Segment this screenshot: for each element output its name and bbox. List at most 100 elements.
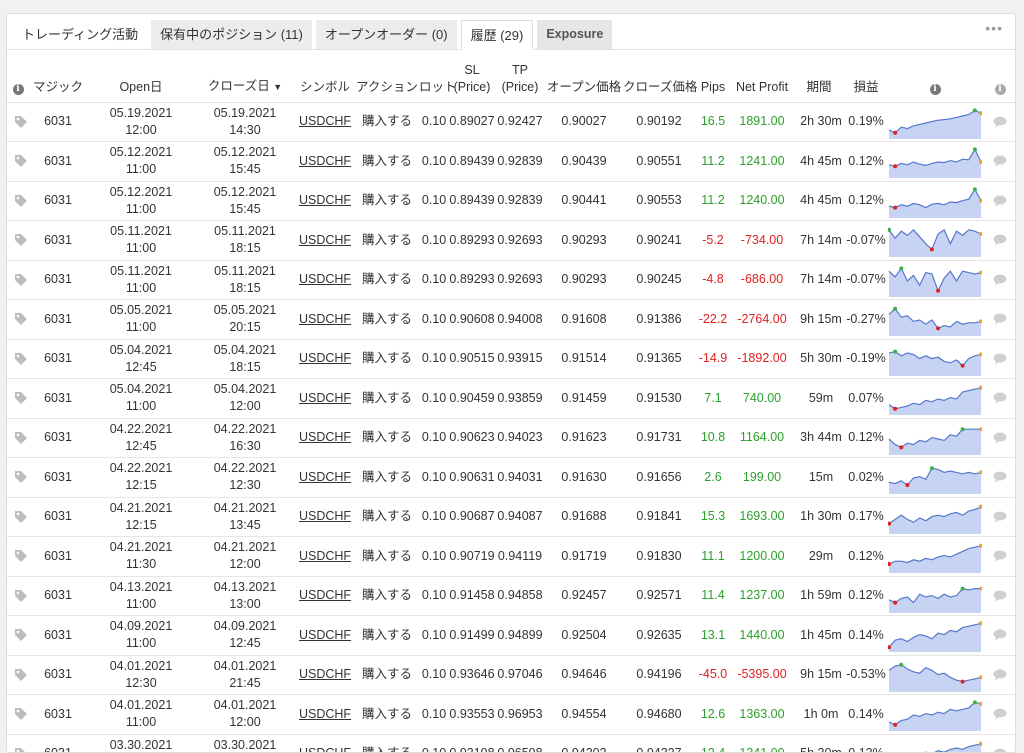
tag-cell[interactable] (7, 576, 29, 616)
table-row[interactable]: 6031 05.12.2021 11:00 05.12.2021 15:45 USDCHF… (7, 141, 1015, 182)
symbol-link[interactable]: USDCHF (299, 549, 351, 563)
tag-cell[interactable] (7, 378, 29, 419)
tag-cell[interactable] (7, 694, 29, 735)
comment-icon[interactable] (993, 708, 1007, 720)
tag-cell[interactable] (7, 260, 29, 300)
table-row[interactable]: 6031 04.01.2021 11:00 04.01.2021 12:00 USDCHF… (7, 694, 1015, 735)
table-row[interactable]: 6031 05.04.2021 12:45 05.04.2021 18:15 USDCHF… (7, 339, 1015, 379)
header-symbol[interactable]: シンボル (295, 50, 355, 103)
sparkline-cell[interactable] (887, 576, 983, 616)
comment-icon[interactable] (993, 274, 1007, 286)
header-magic[interactable]: マジック (29, 50, 87, 103)
header-open-date[interactable]: Open日 (87, 50, 195, 103)
symbol-link[interactable]: USDCHF (299, 351, 351, 365)
header-open-price[interactable]: オープン価格 (545, 50, 623, 103)
comment-cell[interactable] (983, 260, 1015, 300)
trade-sparkline[interactable] (888, 342, 982, 376)
trade-sparkline[interactable] (888, 144, 982, 179)
sparkline-cell[interactable] (887, 141, 983, 182)
symbol-link[interactable]: USDCHF (299, 509, 351, 523)
symbol-link[interactable]: USDCHF (299, 272, 351, 286)
trade-sparkline[interactable] (888, 105, 982, 139)
symbol-link[interactable]: USDCHF (299, 667, 351, 681)
tab-2[interactable]: オープンオーダー (0) (315, 20, 457, 49)
tag-icon[interactable] (14, 154, 28, 168)
sparkline-cell[interactable] (887, 536, 983, 577)
table-row[interactable]: 603103.30.202111:0003.30.202112:30 USDCHF… (7, 734, 1015, 752)
comment-icon[interactable] (993, 629, 1007, 641)
tab-0[interactable]: トレーディング活動 (13, 20, 147, 49)
tab-4[interactable]: Exposure (537, 20, 613, 49)
tag-icon[interactable] (14, 628, 28, 642)
symbol-link[interactable]: USDCHF (299, 193, 351, 207)
comment-cell[interactable] (983, 457, 1015, 498)
comment-icon[interactable] (993, 234, 1007, 246)
comment-cell[interactable] (983, 497, 1015, 537)
symbol-link[interactable]: USDCHF (299, 114, 351, 128)
table-row[interactable]: 6031 04.22.2021 12:45 04.22.2021 16:30 USDCHF… (7, 418, 1015, 458)
trade-sparkline[interactable] (888, 697, 982, 732)
tag-icon[interactable] (14, 391, 28, 405)
comment-icon[interactable] (993, 590, 1007, 602)
comment-icon[interactable] (993, 511, 1007, 523)
comment-icon[interactable] (993, 550, 1007, 562)
trade-sparkline[interactable] (888, 421, 982, 455)
sparkline-cell[interactable] (887, 299, 983, 340)
table-row[interactable]: 6031 05.05.2021 11:00 05.05.2021 20:15 USDCHF… (7, 299, 1015, 340)
comment-cell[interactable] (983, 655, 1015, 695)
comment-cell[interactable] (983, 694, 1015, 735)
trade-sparkline[interactable] (888, 184, 982, 218)
tag-cell[interactable] (7, 615, 29, 656)
tag-icon[interactable] (14, 549, 28, 563)
more-options-icon[interactable]: ••• (985, 20, 1003, 36)
sparkline-cell[interactable] (887, 260, 983, 300)
comment-icon[interactable] (993, 116, 1007, 128)
tag-cell[interactable] (7, 655, 29, 695)
comment-cell[interactable] (983, 220, 1015, 261)
sparkline-cell[interactable] (887, 102, 983, 142)
trade-sparkline[interactable] (888, 302, 982, 337)
tag-cell[interactable] (7, 457, 29, 498)
symbol-link[interactable]: USDCHF (299, 154, 351, 168)
trade-sparkline[interactable] (888, 223, 982, 258)
comment-cell[interactable] (983, 299, 1015, 340)
comment-icon[interactable] (993, 471, 1007, 483)
symbol-link[interactable]: USDCHF (299, 430, 351, 444)
comment-cell[interactable] (983, 339, 1015, 379)
sparkline-cell[interactable] (887, 378, 983, 419)
sparkline-cell[interactable] (887, 457, 983, 498)
table-row[interactable]: 6031 04.21.2021 12:15 04.21.2021 13:45 USDCHF… (7, 497, 1015, 537)
sparkline-cell[interactable] (887, 497, 983, 537)
trade-sparkline[interactable] (888, 381, 982, 416)
tag-icon[interactable] (14, 668, 28, 682)
table-row[interactable]: 6031 05.11.2021 11:00 05.11.2021 18:15 USDCHF… (7, 220, 1015, 261)
tag-icon[interactable] (14, 352, 28, 366)
comment-cell[interactable] (983, 141, 1015, 182)
header-net-profit[interactable]: Net Profit (731, 50, 793, 103)
header-action[interactable]: アクション (355, 50, 419, 103)
tag-cell[interactable] (7, 497, 29, 537)
table-row[interactable]: 6031 05.11.2021 11:00 05.11.2021 18:15 USDCHF… (7, 260, 1015, 300)
tag-icon[interactable] (14, 115, 28, 129)
info-icon[interactable]: i (12, 83, 24, 95)
table-row[interactable]: 6031 04.22.2021 12:15 04.22.2021 12:30 USDCHF… (7, 457, 1015, 498)
header-pips[interactable]: Pips (695, 50, 731, 103)
header-lot[interactable]: ロット (419, 50, 457, 103)
tag-icon[interactable] (14, 707, 28, 721)
comment-cell[interactable] (983, 418, 1015, 458)
comment-cell[interactable] (983, 102, 1015, 142)
sparkline-cell[interactable] (887, 339, 983, 379)
comment-icon[interactable] (993, 313, 1007, 325)
header-chart-info[interactable]: i (887, 50, 983, 103)
symbol-link[interactable]: USDCHF (299, 746, 351, 752)
comment-cell[interactable] (983, 576, 1015, 616)
sparkline-cell[interactable] (887, 615, 983, 656)
trade-sparkline[interactable] (888, 460, 982, 495)
header-tp[interactable]: TP (Price) (495, 50, 545, 103)
tag-icon[interactable] (14, 233, 28, 247)
trade-sparkline[interactable] (888, 658, 982, 692)
comment-icon[interactable] (993, 432, 1007, 444)
table-row[interactable]: 6031 04.13.2021 11:00 04.13.2021 13:00 USDCHF… (7, 576, 1015, 616)
comment-cell[interactable] (983, 536, 1015, 577)
chart-info-icon[interactable]: i (929, 83, 941, 95)
